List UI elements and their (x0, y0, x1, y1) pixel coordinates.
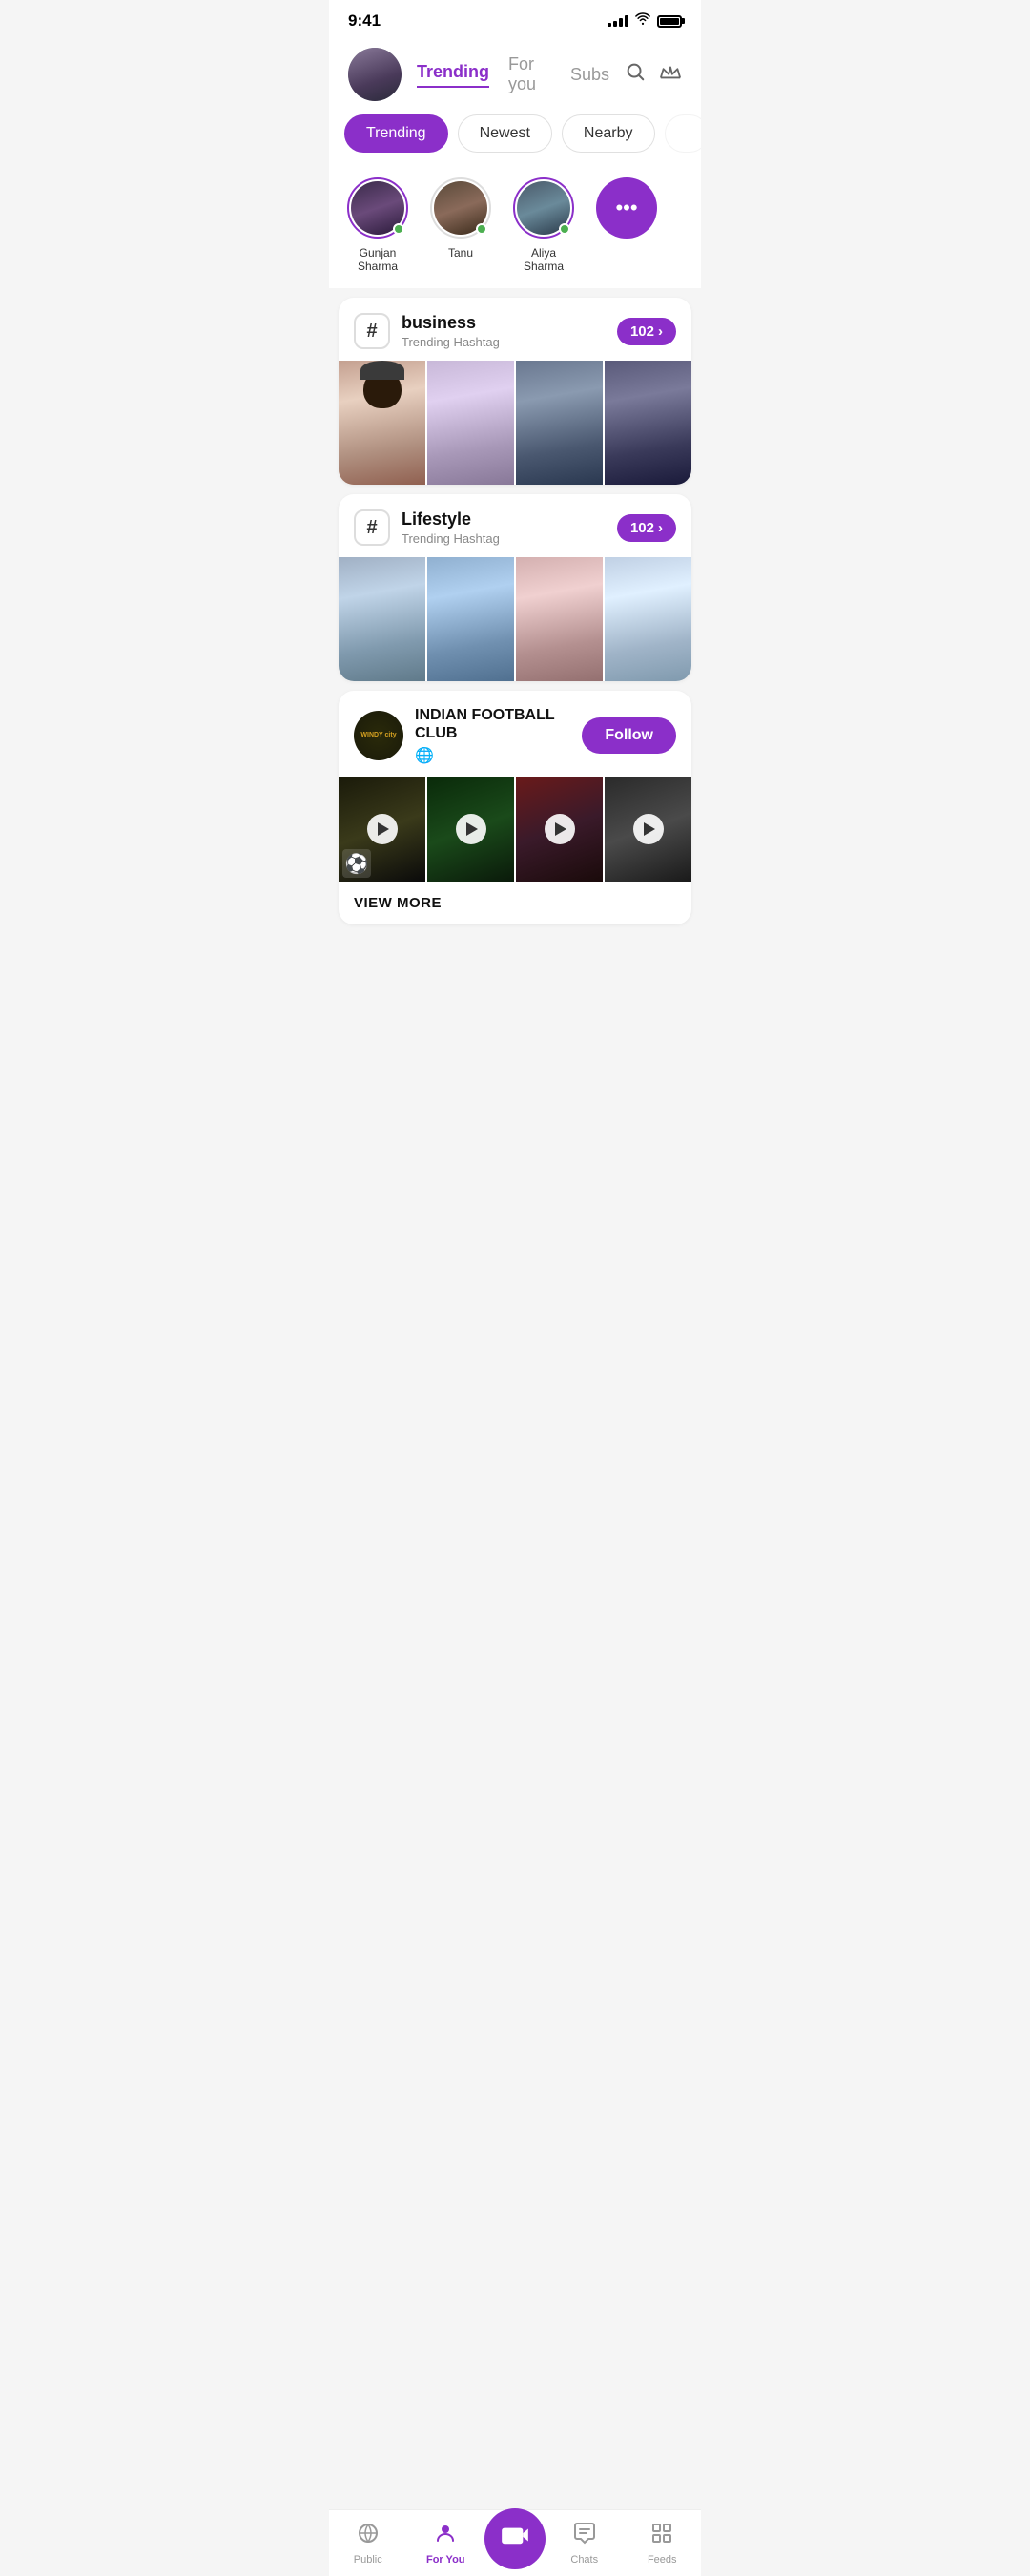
pill-trending[interactable]: Trending (344, 114, 448, 153)
club-name: INDIAN FOOTBALL CLUB (415, 706, 570, 742)
thumb-1[interactable] (339, 361, 425, 485)
story-item-3[interactable]: Aliya Sharma (510, 177, 577, 273)
play-icon (367, 814, 398, 844)
story-name-3: Aliya Sharma (510, 246, 577, 273)
public-icon (357, 2522, 380, 2550)
nav-foryou-label: For You (426, 2554, 465, 2566)
online-indicator (476, 223, 487, 235)
hashtag-sub-lifestyle: Trending Hashtag (402, 531, 606, 546)
user-avatar[interactable] (348, 48, 402, 101)
thumb-7[interactable] (516, 557, 603, 681)
hashtag-icon-lifestyle: # (354, 509, 390, 546)
thumb-4[interactable] (605, 361, 691, 485)
online-indicator (559, 223, 570, 235)
status-bar: 9:41 (329, 0, 701, 38)
follow-button[interactable]: Follow (582, 717, 676, 754)
video-thumb-2[interactable] (427, 777, 514, 882)
pill-extra[interactable] (665, 114, 702, 153)
view-more-button[interactable]: VIEW MORE (339, 882, 691, 924)
pill-newest[interactable]: Newest (458, 114, 552, 153)
video-thumb-4[interactable] (605, 777, 691, 882)
hashtag-count-business[interactable]: 102 › (617, 318, 676, 345)
chats-icon (573, 2522, 596, 2550)
nav-feeds-label: Feeds (648, 2554, 677, 2566)
hashtag-sub-business: Trending Hashtag (402, 335, 606, 349)
status-icons (608, 12, 682, 31)
story-item-more[interactable]: ••• (596, 177, 657, 273)
story-item-1[interactable]: Gunjan Sharma (344, 177, 411, 273)
story-item-2[interactable]: Tanu (430, 177, 491, 273)
play-icon (633, 814, 664, 844)
pill-nearby[interactable]: Nearby (562, 114, 655, 153)
app-header: Trending For you Subs (329, 38, 701, 101)
club-videos-row: ⚽ (339, 777, 691, 882)
filter-pills: Trending Newest Nearby (329, 101, 701, 166)
play-icon (456, 814, 486, 844)
thumb-6[interactable] (427, 557, 514, 681)
more-stories-button[interactable]: ••• (596, 177, 657, 239)
bottom-navigation: Public For You Chats (329, 2509, 701, 2576)
video-thumb-3[interactable] (516, 777, 603, 882)
thumb-3[interactable] (516, 361, 603, 485)
hashtag-count-lifestyle[interactable]: 102 › (617, 514, 676, 542)
hashtag-name-business: business (402, 313, 606, 333)
crown-icon[interactable] (659, 61, 682, 88)
club-card: WINDY city INDIAN FOOTBALL CLUB 🌐 Follow… (339, 691, 691, 924)
status-time: 9:41 (348, 11, 381, 31)
nav-chats[interactable]: Chats (546, 2514, 624, 2573)
nav-public[interactable]: Public (329, 2514, 407, 2573)
thumb-2[interactable] (427, 361, 514, 485)
nav-foryou[interactable]: For You (407, 2514, 485, 2573)
story-name-1: Gunjan Sharma (344, 246, 411, 273)
hashtag-card-business: # business Trending Hashtag 102 › (339, 298, 691, 485)
battery-icon (657, 15, 682, 28)
feeds-icon (650, 2522, 673, 2550)
go-live-button[interactable] (484, 2508, 546, 2569)
header-tabs: Trending For you Subs (417, 54, 609, 94)
play-icon (545, 814, 575, 844)
story-name-2: Tanu (448, 246, 473, 260)
stories-row: Gunjan Sharma Tanu Aliya Sharma ••• (329, 168, 701, 288)
header-action-icons (625, 61, 682, 88)
search-icon[interactable] (625, 61, 646, 88)
globe-icon: 🌐 (415, 746, 570, 765)
tab-trending[interactable]: Trending (417, 62, 489, 88)
wifi-icon (634, 12, 651, 31)
hashtag-images-lifestyle (339, 557, 691, 681)
thumb-8[interactable] (605, 557, 691, 681)
club-logo: WINDY city (354, 711, 403, 760)
signal-icon (608, 15, 628, 27)
camera-icon (501, 2524, 529, 2553)
thumb-5[interactable] (339, 557, 425, 681)
tab-subs[interactable]: Subs (570, 65, 609, 85)
video-thumb-1[interactable]: ⚽ (339, 777, 425, 882)
tab-foryou[interactable]: For you (508, 54, 551, 94)
hashtag-images-business (339, 361, 691, 485)
hashtag-card-lifestyle: # Lifestyle Trending Hashtag 102 › (339, 494, 691, 681)
hashtag-icon: # (354, 313, 390, 349)
hashtag-name-lifestyle: Lifestyle (402, 509, 606, 530)
nav-chats-label: Chats (570, 2554, 598, 2566)
foryou-icon (434, 2522, 457, 2550)
nav-feeds[interactable]: Feeds (624, 2514, 702, 2573)
nav-public-label: Public (354, 2554, 382, 2566)
online-indicator (393, 223, 404, 235)
